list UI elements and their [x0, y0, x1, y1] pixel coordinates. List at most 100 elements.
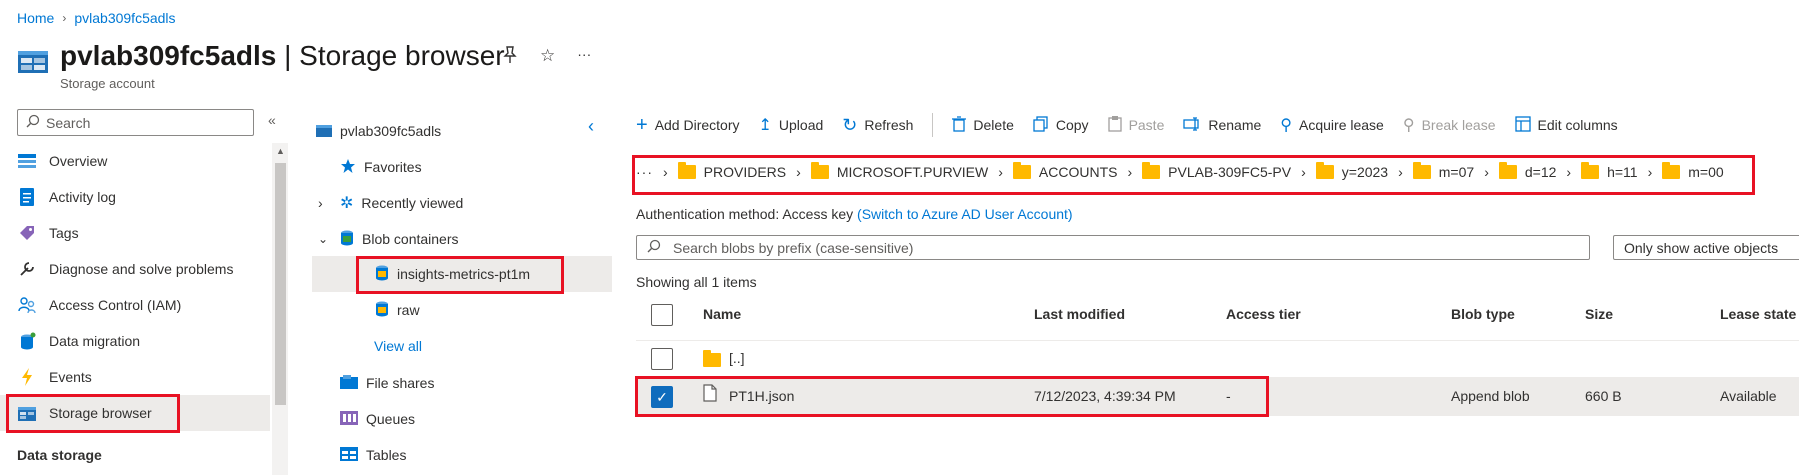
chevron-right-icon[interactable]: › [318, 195, 332, 211]
path-segment[interactable]: PROVIDERS [677, 162, 786, 180]
clipboard-icon [1107, 115, 1122, 135]
broken-link-icon: ⚲ [1402, 117, 1415, 134]
column-last-modified[interactable]: Last modified [1034, 306, 1125, 322]
file-name-link[interactable]: PT1H.json [729, 388, 794, 404]
add-directory-button[interactable]: + Add Directory [636, 114, 740, 137]
table-icon [340, 446, 358, 464]
row-checkbox[interactable] [651, 348, 673, 370]
toolbar-divider [932, 113, 934, 137]
rename-button[interactable]: Rename [1183, 116, 1261, 134]
resource-menu-search[interactable]: Search [17, 109, 254, 136]
chevron-right-icon: › [1647, 164, 1653, 180]
storage-browser-icon [17, 403, 37, 423]
page-title: pvlab309fc5adls | Storage browser [60, 40, 505, 71]
upload-icon: ↥ [758, 117, 772, 134]
path-segment[interactable]: MICROSOFT.PURVIEW [810, 162, 988, 180]
tree-tables[interactable]: Tables [340, 437, 406, 473]
upload-button[interactable]: ↥ Upload [759, 115, 824, 135]
edit-columns-button[interactable]: Edit columns [1514, 115, 1618, 135]
break-lease-button[interactable]: ⚲ Break lease [1403, 115, 1496, 135]
link-icon: ⚲ [1280, 117, 1293, 134]
folder-icon [1412, 162, 1431, 179]
nav-item-access-control[interactable]: Access Control (IAM) [0, 287, 270, 323]
search-icon [26, 114, 40, 131]
chevron-down-icon[interactable]: ⌄ [318, 232, 332, 246]
tree-queues[interactable]: Queues [340, 401, 415, 437]
column-lease-state[interactable]: Lease state [1720, 306, 1796, 322]
folder-icon [810, 162, 829, 179]
cell-last-modified: 7/12/2023, 4:39:34 PM [1034, 388, 1176, 404]
parent-directory-link[interactable]: [..] [729, 350, 745, 366]
path-segment[interactable]: PVLAB-309FC5-PV [1142, 162, 1291, 180]
folder-icon [1662, 162, 1681, 179]
cell-access-tier: - [1226, 388, 1231, 404]
nav-item-activity-log[interactable]: Activity log [0, 179, 270, 215]
tree-view-all-link[interactable]: View all [374, 328, 422, 364]
acquire-lease-button[interactable]: ⚲ Acquire lease [1280, 115, 1384, 135]
chevron-right-icon: › [998, 164, 1003, 180]
nav-scrollbar-thumb[interactable] [275, 163, 286, 405]
paste-button[interactable]: Paste [1107, 115, 1164, 135]
delete-button[interactable]: Delete [952, 115, 1014, 135]
column-blob-type[interactable]: Blob type [1451, 306, 1515, 322]
data-migration-icon [17, 331, 37, 351]
switch-auth-link[interactable]: (Switch to Azure AD User Account) [857, 206, 1073, 222]
pin-icon[interactable] [502, 46, 518, 69]
breadcrumb: Home › pvlab309fc5adls [17, 10, 176, 26]
collapse-menu-icon[interactable]: « [268, 112, 276, 128]
breadcrumb-resource[interactable]: pvlab309fc5adls [74, 10, 175, 26]
path-segment[interactable]: h=11 [1581, 162, 1638, 180]
row-checkbox-checked[interactable]: ✓ [651, 386, 673, 408]
path-segment[interactable]: d=12 [1498, 162, 1556, 180]
blob-search-input[interactable]: Search blobs by prefix (case-sensitive) [636, 235, 1590, 260]
nav-item-overview[interactable]: Overview [0, 143, 270, 179]
folder-icon [1315, 162, 1334, 179]
tree-container-raw[interactable]: raw [375, 292, 420, 328]
nav-item-data-migration[interactable]: Data migration [0, 323, 270, 359]
storage-account-icon [18, 51, 48, 73]
star-icon[interactable]: ☆ [540, 46, 555, 69]
page-subtitle: Storage account [60, 76, 155, 91]
gear-icon: ✲ [340, 195, 354, 212]
activity-log-icon [17, 187, 37, 207]
nav-item-storage-browser[interactable]: Storage browser [0, 395, 270, 431]
path-more-button[interactable]: ··· [636, 164, 653, 180]
tree-blob-containers[interactable]: ⌄ Blob containers [318, 221, 459, 257]
tree-file-shares[interactable]: File shares [340, 365, 434, 401]
people-icon [17, 295, 37, 315]
tree-recently-viewed[interactable]: › ✲ Recently viewed [318, 185, 463, 221]
column-name[interactable]: Name [703, 306, 741, 322]
copy-button[interactable]: Copy [1033, 115, 1089, 135]
folder-icon [677, 162, 696, 179]
collapse-tree-icon[interactable]: ‹ [588, 117, 594, 135]
more-icon[interactable]: ··· [577, 46, 591, 69]
path-segment[interactable]: ACCOUNTS [1012, 162, 1117, 180]
nav-item-tags[interactable]: Tags [0, 215, 270, 251]
column-size[interactable]: Size [1585, 306, 1613, 322]
breadcrumb-home[interactable]: Home [17, 10, 54, 26]
path-segment[interactable]: y=2023 [1315, 162, 1388, 180]
tree-container-insights[interactable]: insights-metrics-pt1m [375, 256, 530, 292]
path-segment[interactable]: m=00 [1662, 162, 1724, 180]
tree-root[interactable]: pvlab309fc5adls [316, 113, 441, 149]
scroll-up-icon[interactable]: ▲ [275, 146, 286, 157]
column-access-tier[interactable]: Access tier [1226, 306, 1301, 322]
plus-icon: + [636, 113, 648, 136]
nav-item-diagnose[interactable]: Diagnose and solve problems [0, 251, 270, 287]
tree-favorites[interactable]: Favorites [340, 149, 422, 185]
cell-blob-type: Append blob [1451, 388, 1530, 404]
folder-icon [1142, 162, 1161, 179]
select-all-checkbox[interactable] [651, 304, 673, 326]
active-objects-dropdown[interactable]: Only show active objects [1613, 235, 1799, 260]
nav-item-events[interactable]: Events [0, 359, 270, 395]
folder-icon [1581, 162, 1600, 179]
star-icon [340, 158, 356, 177]
path-breadcrumb: ··· › PROVIDERS › MICROSOFT.PURVIEW › AC… [636, 162, 1724, 180]
auth-value: Access key [782, 206, 854, 222]
folder-icon [703, 350, 721, 367]
file-icon [703, 384, 717, 405]
path-segment[interactable]: m=07 [1412, 162, 1474, 180]
table-row-selected[interactable] [636, 378, 1799, 416]
refresh-button[interactable]: ↻ Refresh [842, 115, 913, 136]
trash-icon [952, 115, 967, 135]
